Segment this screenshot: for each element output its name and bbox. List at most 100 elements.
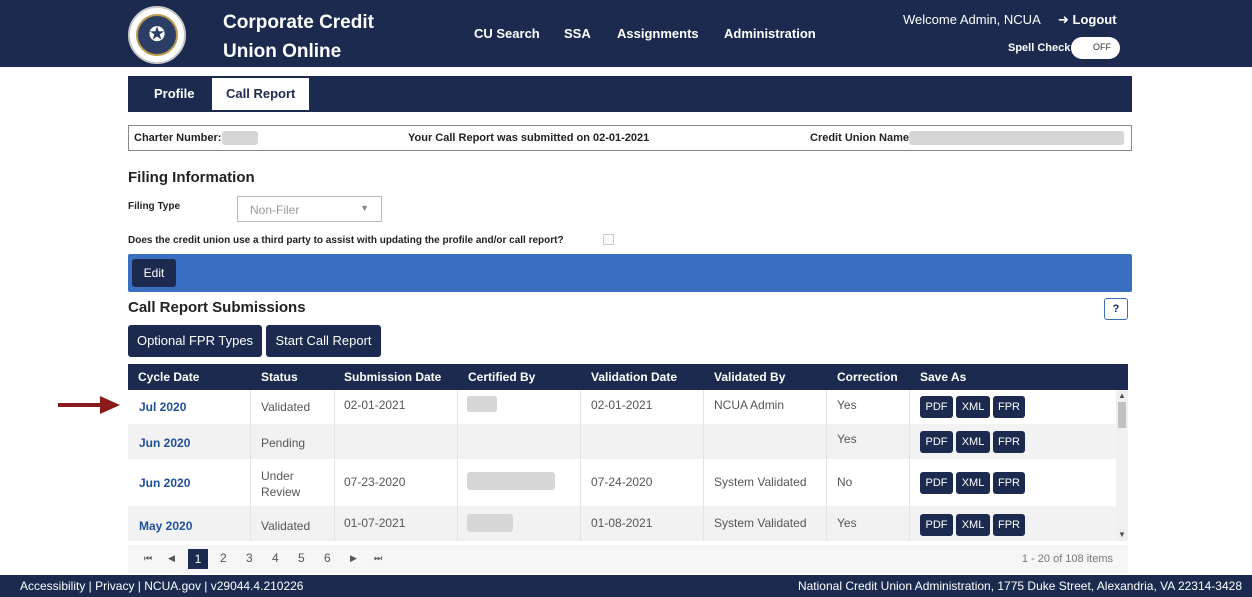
- chevron-down-icon: ▼: [360, 203, 369, 213]
- logout-label: Logout: [1072, 12, 1117, 27]
- optional-fpr-types-button[interactable]: Optional FPR Types: [128, 325, 262, 357]
- validation-date-cell: 02-01-2021: [591, 398, 653, 412]
- save-xml-button[interactable]: XML: [956, 431, 990, 453]
- first-page-icon[interactable]: ⏮: [144, 553, 152, 564]
- scroll-up-icon[interactable]: ▲: [1118, 391, 1126, 400]
- pager-info: 1 - 20 of 108 items: [1021, 553, 1113, 565]
- credit-union-name-redacted: [909, 131, 1124, 145]
- col-validated-by[interactable]: Validated By: [714, 370, 785, 384]
- column-divider: [580, 390, 581, 541]
- nav-ssa[interactable]: SSA: [564, 26, 591, 41]
- col-save-as[interactable]: Save As: [920, 370, 966, 384]
- tab-call-report[interactable]: Call Report: [212, 78, 310, 110]
- tab-bar: Profile Call Report: [128, 76, 1132, 112]
- credit-union-name-label: Credit Union Name:: [810, 132, 913, 144]
- footer-address: National Credit Union Administration, 17…: [797, 579, 1242, 593]
- red-arrow-icon: [58, 396, 120, 414]
- page-button[interactable]: 3: [246, 551, 253, 565]
- status-cell: Under Review: [261, 469, 301, 499]
- nav-assignments[interactable]: Assignments: [617, 26, 699, 41]
- save-fpr-button[interactable]: FPR: [993, 431, 1025, 453]
- save-fpr-button[interactable]: FPR: [993, 396, 1025, 418]
- last-page-icon[interactable]: ⏭: [374, 553, 382, 564]
- save-fpr-button[interactable]: FPR: [993, 514, 1025, 536]
- cycle-date-link[interactable]: May 2020: [139, 519, 192, 533]
- footer: Accessibility | Privacy | NCUA.gov | v29…: [0, 575, 1252, 597]
- submission-date-cell: 07-23-2020: [344, 475, 406, 489]
- charter-number-redacted: [222, 131, 258, 145]
- logout-icon: ➜: [1058, 12, 1069, 27]
- call-report-info-bar: Charter Number: Your Call Report was sub…: [128, 125, 1132, 151]
- status-cell: Validated: [261, 519, 311, 533]
- spell-check-toggle[interactable]: OFF: [1071, 37, 1120, 59]
- save-xml-button[interactable]: XML: [956, 514, 990, 536]
- save-pdf-button[interactable]: PDF: [920, 472, 953, 494]
- col-certified-by[interactable]: Certified By: [468, 370, 535, 384]
- table-row: Jun 2020 Pending Yes PDF XML FPR: [128, 424, 1116, 459]
- third-party-checkbox[interactable]: [603, 234, 614, 245]
- app-title-line2: Union Online: [223, 41, 342, 62]
- cycle-date-link[interactable]: Jun 2020: [139, 436, 190, 450]
- third-party-question: Does the credit union use a third party …: [128, 235, 564, 246]
- app-title-line1: Corporate Credit: [223, 12, 374, 33]
- filing-information-heading: Filing Information: [128, 169, 255, 186]
- page-button[interactable]: 4: [272, 551, 279, 565]
- validated-by-cell: NCUA Admin: [714, 398, 785, 412]
- edit-bar: Edit: [128, 254, 1132, 292]
- save-fpr-button[interactable]: FPR: [993, 472, 1025, 494]
- certified-by-redacted: [467, 472, 555, 490]
- save-pdf-button[interactable]: PDF: [920, 431, 953, 453]
- cycle-date-link[interactable]: Jul 2020: [139, 400, 186, 414]
- column-divider: [826, 390, 827, 541]
- scrollbar-thumb[interactable]: [1118, 402, 1126, 428]
- col-cycle-date[interactable]: Cycle Date: [138, 370, 199, 384]
- scroll-down-icon[interactable]: ▼: [1118, 530, 1126, 539]
- table-row: Jul 2020 Validated 02-01-2021 02-01-2021…: [128, 390, 1116, 424]
- save-xml-button[interactable]: XML: [956, 472, 990, 494]
- submitted-text: Your Call Report was submitted on 02-01-…: [408, 132, 650, 144]
- table-header: Cycle Date Status Submission Date Certif…: [128, 364, 1128, 390]
- validation-date-cell: 01-08-2021: [591, 516, 653, 530]
- edit-button[interactable]: Edit: [132, 259, 176, 287]
- correction-cell: Yes: [837, 432, 857, 446]
- start-call-report-button[interactable]: Start Call Report: [266, 325, 381, 357]
- spell-check-state: OFF: [1093, 42, 1111, 52]
- col-submission-date[interactable]: Submission Date: [344, 370, 441, 384]
- validated-by-cell: System Validated: [714, 475, 807, 489]
- page-button[interactable]: 2: [220, 551, 227, 565]
- filing-type-select[interactable]: Non-Filer ▼: [237, 196, 382, 222]
- save-pdf-button[interactable]: PDF: [920, 396, 953, 418]
- table-pager: ⏮ ◀ 1 2 3 4 5 6 ▶ ⏭ 1 - 20 of 108 items: [128, 545, 1128, 573]
- cycle-date-link[interactable]: Jun 2020: [139, 476, 190, 490]
- column-divider: [250, 390, 251, 541]
- column-divider: [334, 390, 335, 541]
- tab-profile[interactable]: Profile: [140, 76, 208, 112]
- page-button-active[interactable]: 1: [188, 549, 208, 569]
- col-status[interactable]: Status: [261, 370, 298, 384]
- help-button[interactable]: ?: [1104, 298, 1128, 320]
- page-button[interactable]: 5: [298, 551, 305, 565]
- nav-cu-search[interactable]: CU Search: [474, 26, 540, 41]
- col-correction[interactable]: Correction: [837, 370, 898, 384]
- welcome-text: Welcome Admin, NCUA: [903, 12, 1041, 27]
- filing-type-label: Filing Type: [128, 201, 181, 212]
- table-row: Jun 2020 Under Review 07-23-2020 07-24-2…: [128, 459, 1116, 506]
- next-page-icon[interactable]: ▶: [350, 553, 357, 564]
- logout-link[interactable]: ➜ Logout: [1058, 12, 1117, 28]
- filing-type-value: Non-Filer: [250, 203, 300, 217]
- correction-cell: No: [837, 475, 853, 489]
- certified-by-redacted: [467, 514, 513, 532]
- footer-links[interactable]: Accessibility | Privacy | NCUA.gov | v29…: [20, 579, 303, 593]
- page-button[interactable]: 6: [324, 551, 331, 565]
- column-divider: [909, 390, 910, 541]
- top-header: ✪ Corporate Credit Union Online CU Searc…: [0, 0, 1252, 67]
- validated-by-cell: System Validated: [714, 516, 807, 530]
- save-xml-button[interactable]: XML: [956, 396, 990, 418]
- table-row: May 2020 Validated 01-07-2021 01-08-2021…: [128, 506, 1116, 541]
- column-divider: [457, 390, 458, 541]
- nav-administration[interactable]: Administration: [724, 26, 816, 41]
- prev-page-icon[interactable]: ◀: [168, 553, 175, 564]
- col-validation-date[interactable]: Validation Date: [591, 370, 677, 384]
- table-scrollbar[interactable]: ▲ ▼: [1116, 390, 1128, 541]
- save-pdf-button[interactable]: PDF: [920, 514, 953, 536]
